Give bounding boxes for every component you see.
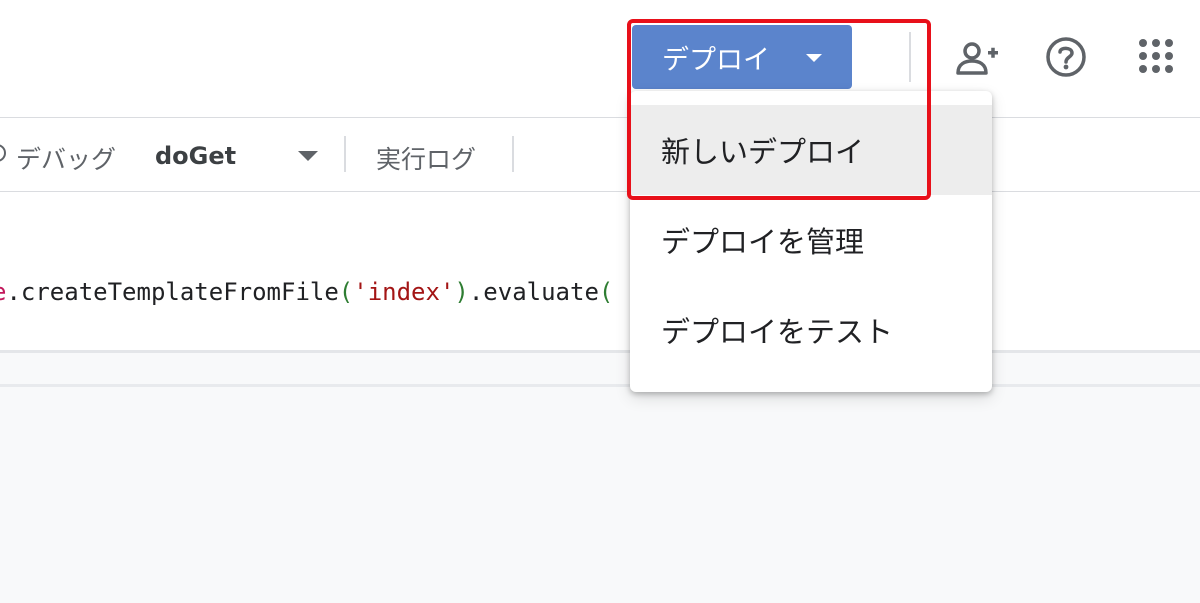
editor-divider bbox=[0, 350, 1200, 353]
code-token-paren: ( bbox=[338, 278, 354, 306]
code-token-paren: ) bbox=[454, 278, 469, 306]
menu-item-manage-deployments[interactable]: デプロイを管理 bbox=[630, 195, 992, 285]
add-person-icon[interactable] bbox=[955, 38, 1001, 78]
execution-log-button[interactable]: 実行ログ bbox=[376, 140, 476, 176]
apps-grid-icon[interactable] bbox=[1138, 38, 1174, 74]
chevron-down-icon bbox=[806, 54, 822, 62]
code-token-method: .evaluate bbox=[468, 278, 599, 306]
deploy-button-label: デプロイ bbox=[662, 44, 770, 76]
toolbar-divider bbox=[344, 136, 346, 172]
code-token-method: .createTemplateFromFile bbox=[6, 278, 339, 306]
script-toolbar: デバッグ doGet 実行ログ bbox=[0, 118, 1200, 192]
header-divider bbox=[909, 32, 911, 82]
top-header: デプロイ bbox=[0, 0, 1200, 118]
debug-icon[interactable] bbox=[0, 144, 6, 162]
menu-item-test-deployments[interactable]: デプロイをテスト bbox=[630, 285, 992, 375]
code-editor[interactable]: e.createTemplateFromFile('index').evalua… bbox=[0, 192, 1200, 352]
code-token-string: 'index' bbox=[353, 278, 455, 306]
function-select-caret-icon[interactable] bbox=[298, 151, 318, 161]
code-token-paren: ( bbox=[598, 278, 614, 306]
deploy-button[interactable]: デプロイ bbox=[632, 25, 852, 89]
code-line: e.createTemplateFromFile('index').evalua… bbox=[0, 278, 613, 306]
help-icon[interactable] bbox=[1045, 36, 1087, 78]
panel-divider bbox=[0, 384, 1200, 387]
debug-button[interactable]: デバッグ bbox=[16, 140, 116, 176]
toolbar-divider bbox=[512, 136, 514, 172]
menu-item-new-deployment[interactable]: 新しいデプロイ bbox=[630, 105, 992, 195]
function-select[interactable]: doGet bbox=[155, 142, 236, 170]
deploy-menu: 新しいデプロイ デプロイを管理 デプロイをテスト bbox=[630, 91, 992, 392]
